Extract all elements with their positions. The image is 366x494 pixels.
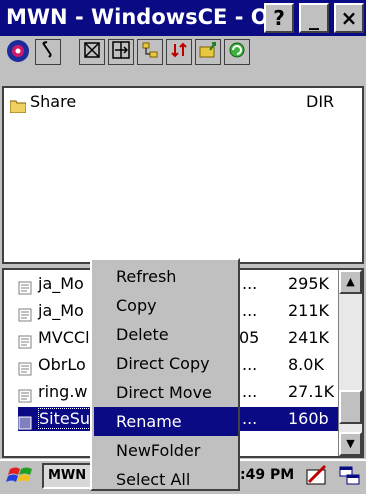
folder-icon — [9, 96, 27, 113]
scroll-down-button[interactable]: ▼ — [339, 432, 362, 456]
context-menu: Refresh Copy Delete Direct Copy Direct M… — [90, 258, 240, 491]
menu-item-select-all[interactable]: Select All — [94, 465, 238, 494]
file-icon — [18, 359, 34, 375]
file-size: 8.0K — [288, 355, 324, 374]
input-panel-icon[interactable] — [305, 464, 329, 488]
menu-item-copy[interactable]: Copy — [94, 291, 238, 320]
item-type: DIR — [306, 92, 335, 111]
tree-icon[interactable] — [137, 39, 163, 65]
scroll-thumb[interactable] — [339, 390, 362, 424]
file-detail: ... — [242, 274, 258, 293]
taskbar-app-button[interactable]: MWN — [42, 463, 92, 489]
select-icon[interactable] — [79, 39, 105, 65]
menu-item-refresh[interactable]: Refresh — [94, 262, 238, 291]
help-button[interactable]: ? — [264, 3, 294, 33]
title-bar: MWN - WindowsCE - O... ? _ × — [0, 0, 366, 36]
vertical-scrollbar[interactable]: ▲ ▼ — [338, 270, 362, 456]
file-detail: ... — [242, 382, 258, 401]
file-icon — [18, 332, 34, 348]
file-icon — [18, 305, 34, 321]
desktop-icon[interactable] — [338, 464, 362, 488]
file-name: ja_Mo — [38, 274, 84, 293]
file-icon — [18, 386, 34, 402]
file-detail: ... — [242, 301, 258, 320]
expand-icon[interactable] — [108, 39, 134, 65]
find-icon[interactable] — [35, 39, 61, 65]
menu-item-direct-move[interactable]: Direct Move — [94, 378, 238, 407]
file-icon — [18, 413, 34, 429]
file-detail: ... — [242, 355, 258, 374]
file-name: MVCCl — [38, 328, 90, 347]
scroll-up-button[interactable]: ▲ — [339, 270, 362, 294]
file-size: 241K — [288, 328, 330, 347]
file-icon — [18, 278, 34, 294]
refresh-icon[interactable] — [224, 39, 250, 65]
list-item[interactable]: Share DIR — [4, 90, 362, 114]
taskbar-clock: :49 PM — [240, 467, 295, 483]
menu-item-new-folder[interactable]: NewFolder — [94, 436, 238, 465]
file-size: 295K — [288, 274, 330, 293]
minimize-button[interactable]: _ — [299, 3, 329, 33]
menu-item-delete[interactable]: Delete — [94, 320, 238, 349]
file-name: ObrLo — [38, 355, 86, 374]
file-size: 160b — [288, 409, 329, 428]
mwn-logo-icon[interactable] — [5, 39, 31, 65]
file-name: ja_Mo — [38, 301, 84, 320]
top-pane: Share DIR — [2, 86, 364, 264]
toolbar — [0, 36, 366, 68]
taskbar-app-label: MWN — [48, 468, 87, 483]
menu-item-direct-copy[interactable]: Direct Copy — [94, 349, 238, 378]
file-size: 27.1K — [288, 382, 335, 401]
start-icon[interactable] — [6, 463, 36, 489]
window-title: MWN - WindowsCE - O... — [6, 5, 293, 29]
item-name: Share — [30, 92, 77, 111]
close-button[interactable]: × — [334, 3, 364, 33]
menu-item-rename[interactable]: Rename — [94, 407, 238, 436]
file-name: ring.w — [38, 382, 88, 401]
file-name: SiteSu — [38, 408, 92, 429]
file-size: 211K — [288, 301, 330, 320]
file-detail: ... — [242, 409, 258, 428]
sort-icon[interactable] — [166, 39, 192, 65]
folder-up-icon[interactable] — [195, 39, 221, 65]
file-detail: 05 — [239, 328, 260, 347]
